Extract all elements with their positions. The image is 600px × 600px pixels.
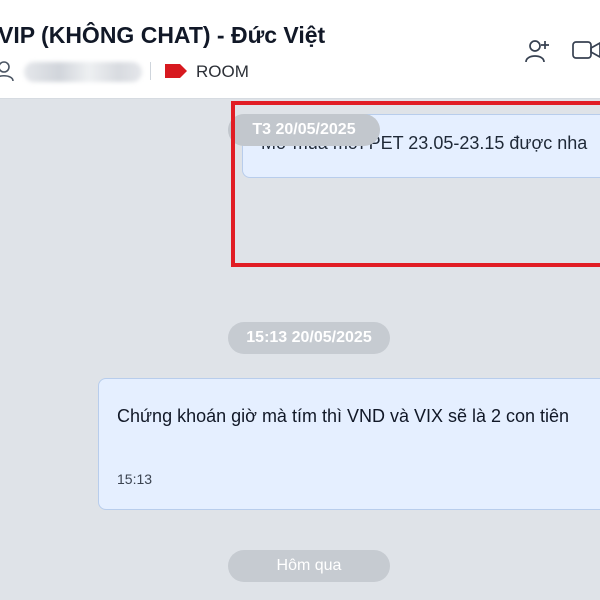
chat-header: VIP (KHÔNG CHAT) - Đức Việt ROOM [0, 0, 600, 99]
user-icon[interactable] [0, 60, 14, 87]
message-bubble[interactable]: Chứng khoán giờ mà tím thì VND và VIX sẽ… [98, 378, 600, 510]
header-divider [150, 62, 151, 80]
tag-label[interactable]: ROOM [196, 62, 249, 82]
message-text: Chứng khoán giờ mà tím thì VND và VIX sẽ… [117, 406, 570, 426]
message-time: 15:13 [117, 471, 153, 487]
member-count-blurred [24, 62, 142, 82]
highlight-box [231, 101, 600, 267]
tag-icon[interactable] [164, 63, 188, 84]
video-call-icon[interactable] [572, 38, 600, 67]
date-divider: 15:13 20/05/2025 [228, 322, 390, 354]
add-member-icon[interactable] [524, 38, 552, 69]
conversation-title[interactable]: VIP (KHÔNG CHAT) - Đức Việt [0, 22, 325, 49]
date-divider: Hôm qua [228, 550, 390, 582]
